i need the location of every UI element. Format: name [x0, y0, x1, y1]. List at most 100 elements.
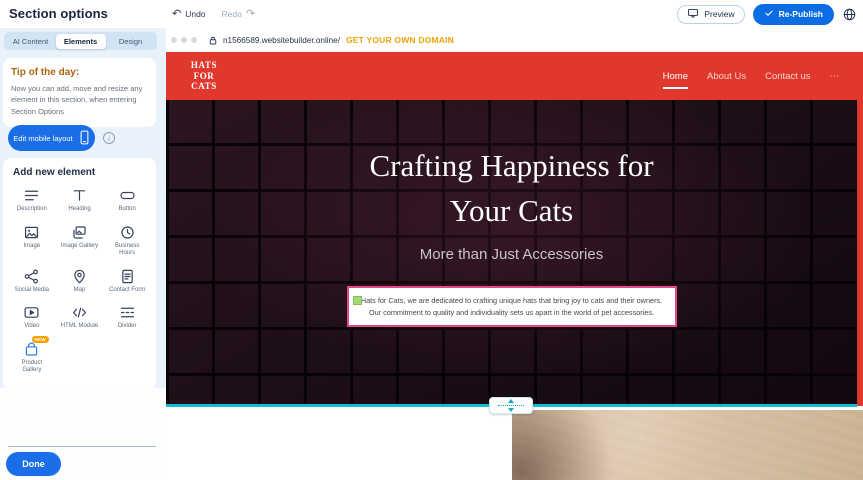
add-element-button[interactable]: Button	[103, 187, 151, 214]
add-element-description[interactable]: Description	[8, 187, 56, 214]
add-element-panel: Add new element Description Heading Button…	[3, 158, 156, 390]
tab-design[interactable]: Design	[106, 34, 156, 49]
get-domain-link[interactable]: GET YOUR OWN DOMAIN	[346, 35, 454, 45]
phone-icon	[79, 130, 90, 147]
page-title: Section options	[9, 6, 108, 21]
lock-icon	[208, 35, 218, 46]
hero-title[interactable]: Crafting Happiness for Your Cats	[166, 144, 857, 234]
site-url: n1566589.websitebuilder.online/	[223, 36, 340, 45]
site-scroll-strip	[857, 52, 863, 406]
hero-section[interactable]: Crafting Happiness for Your Cats More th…	[166, 100, 857, 406]
edit-mobile-label: Edit mobile layout	[13, 134, 72, 143]
add-element-label: Divider	[118, 323, 137, 331]
topbar-actions: Preview Re-Publish	[677, 0, 857, 28]
divider	[8, 446, 156, 447]
language-globe-button[interactable]	[842, 7, 857, 22]
republish-button[interactable]: Re-Publish	[753, 4, 834, 25]
hero-body-text: Hats for Cats, we are dedicated to craft…	[355, 295, 669, 318]
add-element-label: Image Gallery	[61, 243, 98, 251]
browser-bar: n1566589.websitebuilder.online/ GET YOUR…	[166, 28, 863, 52]
add-element-label: Social Media	[15, 287, 49, 295]
add-element-contact-form[interactable]: Contact Form	[103, 268, 151, 295]
image-gallery-icon	[71, 224, 88, 241]
add-panel-title: Add new element	[13, 167, 151, 178]
undo-button[interactable]: ↶ Undo	[172, 9, 206, 20]
divider-icon	[119, 304, 136, 321]
html-module-icon	[71, 304, 88, 321]
add-element-image[interactable]: Image	[8, 224, 56, 258]
section-resize-handle[interactable]	[489, 397, 533, 414]
button-icon	[119, 187, 136, 204]
hero-title-line1: Crafting Happiness for	[369, 148, 653, 183]
browser-dot	[181, 37, 187, 43]
edit-mobile-layout-button[interactable]: Edit mobile layout	[8, 125, 95, 151]
add-element-video[interactable]: Video	[8, 304, 56, 331]
social-media-icon	[23, 268, 40, 285]
republish-label: Re-Publish	[779, 9, 823, 19]
add-element-product-gallery[interactable]: Product GalleryNEW	[8, 341, 56, 375]
grip-dots-icon	[498, 405, 524, 406]
tip-heading: Tip of the day:	[11, 67, 148, 78]
heading-icon	[71, 187, 88, 204]
sidebar-tabs: AI ContentElementsDesign	[4, 32, 157, 50]
new-badge: NEW	[32, 336, 49, 343]
add-element-label: Heading	[68, 206, 90, 214]
add-element-label: Button	[118, 206, 135, 214]
tab-ai-content[interactable]: AI Content	[6, 34, 56, 49]
site-nav-item-contact-us[interactable]: Contact us	[765, 71, 810, 82]
add-element-grid: Description Heading Button Image Image Galle…	[8, 187, 151, 375]
arrow-down-icon	[508, 408, 514, 412]
image-icon	[23, 224, 40, 241]
product-gallery-icon	[23, 341, 40, 358]
description-icon	[23, 187, 40, 204]
check-icon	[764, 8, 774, 20]
add-element-label: Map	[74, 287, 86, 295]
topbar: Section options ↶ Undo Redo ↷ Preview Re…	[0, 0, 863, 28]
tip-body: Now you can add, move and resize any ele…	[11, 83, 148, 117]
add-element-divider[interactable]: Divider	[103, 304, 151, 331]
site-logo[interactable]: HATS FOR CATS	[180, 60, 228, 92]
history-controls: ↶ Undo Redo ↷	[172, 0, 255, 28]
info-icon[interactable]: i	[103, 132, 115, 144]
add-element-image-gallery[interactable]: Image Gallery	[56, 224, 104, 258]
next-section-image[interactable]	[512, 410, 863, 480]
add-element-label: Product Gallery	[13, 360, 51, 375]
monitor-icon	[687, 7, 699, 21]
site-header: HATS FOR CATS Home About Us Contact us ⋯	[166, 52, 857, 100]
add-element-label: Contact Form	[109, 287, 145, 295]
tab-elements[interactable]: Elements	[56, 34, 106, 49]
browser-dot	[191, 37, 197, 43]
site-nav-item-about-us[interactable]: About Us	[707, 71, 746, 82]
tip-card: Tip of the day: Now you can add, move an…	[3, 58, 156, 127]
site-nav: Home About Us Contact us ⋯	[663, 52, 839, 100]
element-drag-handle[interactable]	[353, 296, 362, 305]
add-element-heading[interactable]: Heading	[56, 187, 104, 214]
site-nav-item-more[interactable]: ⋯	[830, 71, 840, 82]
business-hours-icon	[119, 224, 136, 241]
add-element-label: Image	[23, 243, 40, 251]
hero-title-line2: Your Cats	[450, 193, 573, 228]
mobile-layout-row: Edit mobile layout i	[8, 125, 115, 151]
add-element-social-media[interactable]: Social Media	[8, 268, 56, 295]
add-element-label: Video	[24, 323, 39, 331]
site-nav-item-home[interactable]: Home	[663, 71, 688, 82]
undo-icon: ↶	[172, 9, 181, 20]
arrow-up-icon	[508, 399, 514, 403]
map-icon	[71, 268, 88, 285]
redo-button[interactable]: Redo ↷	[222, 9, 256, 20]
redo-icon: ↷	[246, 9, 255, 20]
hero-text-element[interactable]: Hats for Cats, we are dedicated to craft…	[347, 286, 677, 327]
add-element-label: Business Hours	[108, 243, 146, 258]
undo-label: Undo	[185, 9, 205, 19]
add-element-html-module[interactable]: HTML Module	[56, 304, 104, 331]
add-element-map[interactable]: Map	[56, 268, 104, 295]
done-button[interactable]: Done	[6, 452, 61, 476]
hero-subtitle[interactable]: More than Just Accessories	[166, 246, 857, 263]
contact-form-icon	[119, 268, 136, 285]
redo-label: Redo	[222, 9, 242, 19]
preview-button[interactable]: Preview	[677, 5, 744, 24]
preview-label: Preview	[704, 9, 734, 19]
sidebar: AI ContentElementsDesign Tip of the day:…	[0, 28, 166, 480]
add-element-business-hours[interactable]: Business Hours	[103, 224, 151, 258]
browser-dot	[171, 37, 177, 43]
